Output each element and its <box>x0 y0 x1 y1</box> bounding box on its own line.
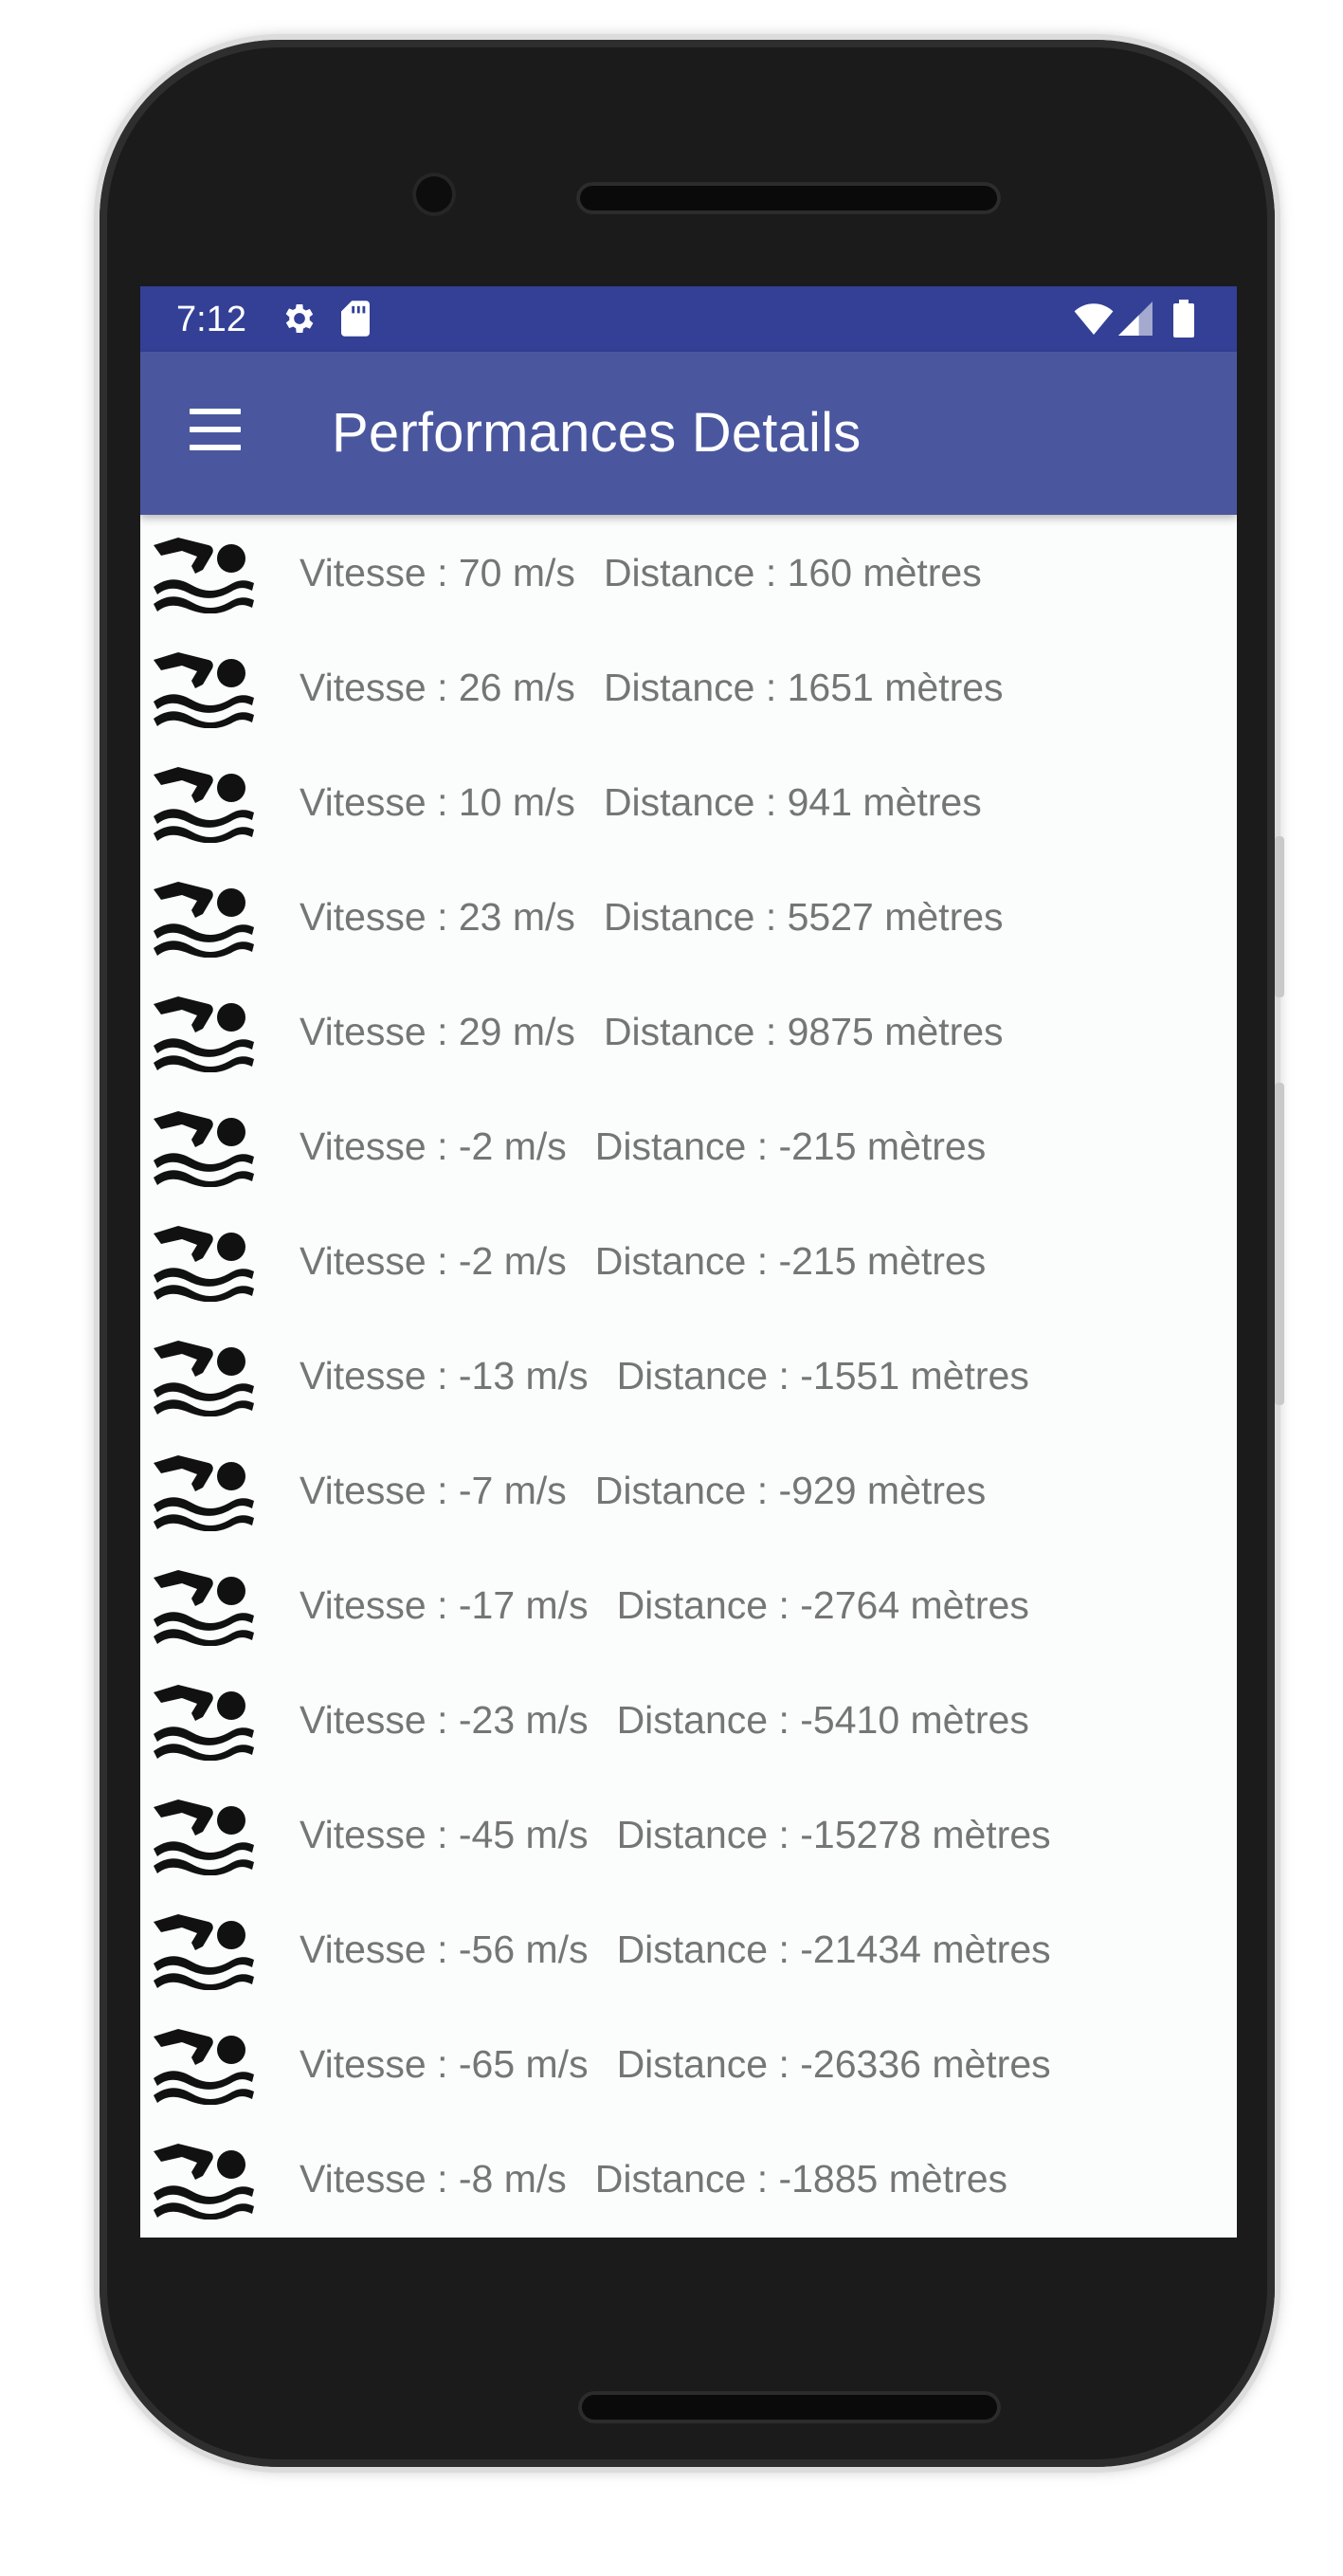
row-text: Vitesse : -7 m/s Distance : -929 mètres <box>299 1469 986 1513</box>
distance-value: Distance : 941 mètres <box>603 780 982 824</box>
distance-value: Distance : -1885 mètres <box>594 2157 1008 2201</box>
row-text: Vitesse : 70 m/s Distance : 160 mètres <box>299 551 982 595</box>
row-text: Vitesse : -65 m/s Distance : -26336 mètre… <box>299 2042 1051 2087</box>
distance-value: Distance : 1651 mètres <box>603 666 1004 709</box>
list-item[interactable]: Vitesse : -45 m/s Distance : -15278 mètre… <box>140 1777 1237 1891</box>
list-item[interactable]: Vitesse : -56 m/s Distance : -21434 mètre… <box>140 1891 1237 2006</box>
distance-value: Distance : -21434 mètres <box>616 1927 1051 1971</box>
speed-value: Vitesse : 23 m/s <box>299 895 575 939</box>
swimmer-icon <box>154 1111 254 1187</box>
speed-value: Vitesse : -8 m/s <box>299 2157 567 2201</box>
swimmer-icon <box>154 767 254 843</box>
swimmer-icon <box>154 538 254 613</box>
battery-icon <box>1173 300 1194 338</box>
speed-value: Vitesse : -17 m/s <box>299 1583 589 1627</box>
power-button <box>1275 1083 1284 1405</box>
swimmer-icon <box>154 1800 254 1875</box>
row-text: Vitesse : -8 m/s Distance : -1885 mètres <box>299 2157 1007 2201</box>
swimmer-icon <box>154 1685 254 1761</box>
swimmer-icon <box>154 1455 254 1531</box>
row-text: Vitesse : -45 m/s Distance : -15278 mètre… <box>299 1813 1051 1857</box>
signal-icon <box>1118 300 1152 338</box>
settings-icon <box>281 300 318 338</box>
distance-value: Distance : -26336 mètres <box>616 2042 1051 2086</box>
speed-value: Vitesse : -56 m/s <box>299 1927 589 1971</box>
row-text: Vitesse : -23 m/s Distance : -5410 mètres <box>299 1698 1029 1743</box>
list-item[interactable]: Vitesse : 23 m/s Distance : 5527 mètres <box>140 859 1237 974</box>
distance-value: Distance : -2764 mètres <box>616 1583 1029 1627</box>
speed-value: Vitesse : 29 m/s <box>299 1010 575 1053</box>
hamburger-menu-icon[interactable] <box>190 409 241 456</box>
list-item[interactable]: Vitesse : -2 m/s Distance : -215 mètres <box>140 1203 1237 1318</box>
sd-card-icon <box>341 300 370 338</box>
screen: 7:12 Performances Details Vitesse: 70 m… <box>140 286 1237 2238</box>
row-text: Vitesse : 10 m/s Distance : 941 mètres <box>299 780 982 825</box>
row-text: Vitesse : 26 m/s Distance : 1651 mètres <box>299 666 1004 710</box>
list-item[interactable]: Vitesse : -13 m/s Distance : -1551 mètres <box>140 1318 1237 1433</box>
speed-value: Vitesse : -13 m/s <box>299 1354 589 1398</box>
speed-value: Vitesse : -2 m/s <box>299 1124 567 1168</box>
list-item[interactable]: Vitesse : 70 m/s Distance : 160 mètres <box>140 515 1237 630</box>
swimmer-icon <box>154 1341 254 1416</box>
distance-value: Distance : 5527 mètres <box>603 895 1004 939</box>
swimmer-icon <box>154 882 254 958</box>
list-item[interactable]: Vitesse : -23 m/s Distance : -5410 mètres <box>140 1662 1237 1777</box>
list-item[interactable]: Vitesse : -2 m/s Distance : -215 mètres <box>140 1088 1237 1203</box>
distance-value: Distance : -215 mètres <box>594 1124 987 1168</box>
distance-value: Distance : -5410 mètres <box>616 1698 1029 1742</box>
swimmer-icon <box>154 2029 254 2105</box>
top-speaker <box>576 182 1001 214</box>
row-text: Vitesse : -56 m/s Distance : -21434 mètre… <box>299 1927 1051 1972</box>
distance-value: Distance : -15278 mètres <box>616 1813 1051 1856</box>
list-item[interactable]: Vitesse : 26 m/s Distance : 1651 mètres <box>140 630 1237 744</box>
list-item[interactable]: Vitesse : -7 m/s Distance : -929 mètres <box>140 1433 1237 1547</box>
row-text: Vitesse : -2 m/s Distance : -215 mètres <box>299 1124 986 1169</box>
list-item[interactable]: Vitesse : 29 m/s Distance : 9875 mètres <box>140 974 1237 1088</box>
status-time: 7:12 <box>176 300 246 339</box>
swimmer-icon <box>154 996 254 1072</box>
distance-value: Distance : 160 mètres <box>603 551 982 594</box>
swimmer-icon <box>154 652 254 728</box>
speed-value: Vitesse : -23 m/s <box>299 1698 589 1742</box>
bottom-speaker <box>578 2391 1001 2423</box>
page-title: Performances Details <box>332 402 862 464</box>
status-bar: 7:12 <box>140 286 1237 352</box>
app-bar: Performances Details <box>140 352 1237 515</box>
swimmer-icon <box>154 2144 254 2220</box>
distance-value: Distance : -929 mètres <box>594 1469 987 1512</box>
performance-list: Vitesse : 70 m/s Distance : 160 mètres Vi… <box>140 515 1237 2236</box>
swimmer-icon <box>154 1226 254 1302</box>
swimmer-icon <box>154 1570 254 1646</box>
speed-value: Vitesse : -65 m/s <box>299 2042 589 2086</box>
row-text: Vitesse : 23 m/s Distance : 5527 mètres <box>299 895 1004 940</box>
wifi-icon <box>1074 300 1114 338</box>
speed-value: Vitesse : 70 m/s <box>299 551 575 594</box>
distance-value: Distance : -1551 mètres <box>616 1354 1029 1398</box>
speed-value: Vitesse : 26 m/s <box>299 666 575 709</box>
volume-button <box>1275 836 1284 997</box>
list-item[interactable]: Vitesse : 10 m/s Distance : 941 mètres <box>140 744 1237 859</box>
list-item[interactable]: Vitesse : -8 m/s Distance : -1885 mètres <box>140 2121 1237 2236</box>
row-text: Vitesse : 29 m/s Distance : 9875 mètres <box>299 1010 1004 1054</box>
front-camera <box>412 173 456 216</box>
speed-value: Vitesse : 10 m/s <box>299 780 575 824</box>
swimmer-icon <box>154 1914 254 1990</box>
row-text: Vitesse : -17 m/s Distance : -2764 mètres <box>299 1583 1029 1628</box>
row-text: Vitesse : -2 m/s Distance : -215 mètres <box>299 1239 986 1284</box>
speed-value: Vitesse : -7 m/s <box>299 1469 567 1512</box>
list-item[interactable]: Vitesse : -65 m/s Distance : -26336 mètre… <box>140 2006 1237 2121</box>
distance-value: Distance : -215 mètres <box>594 1239 987 1283</box>
row-text: Vitesse : -13 m/s Distance : -1551 mètres <box>299 1354 1029 1398</box>
speed-value: Vitesse : -2 m/s <box>299 1239 567 1283</box>
list-item[interactable]: Vitesse : -17 m/s Distance : -2764 mètres <box>140 1547 1237 1662</box>
speed-value: Vitesse : -45 m/s <box>299 1813 589 1856</box>
distance-value: Distance : 9875 mètres <box>603 1010 1004 1053</box>
